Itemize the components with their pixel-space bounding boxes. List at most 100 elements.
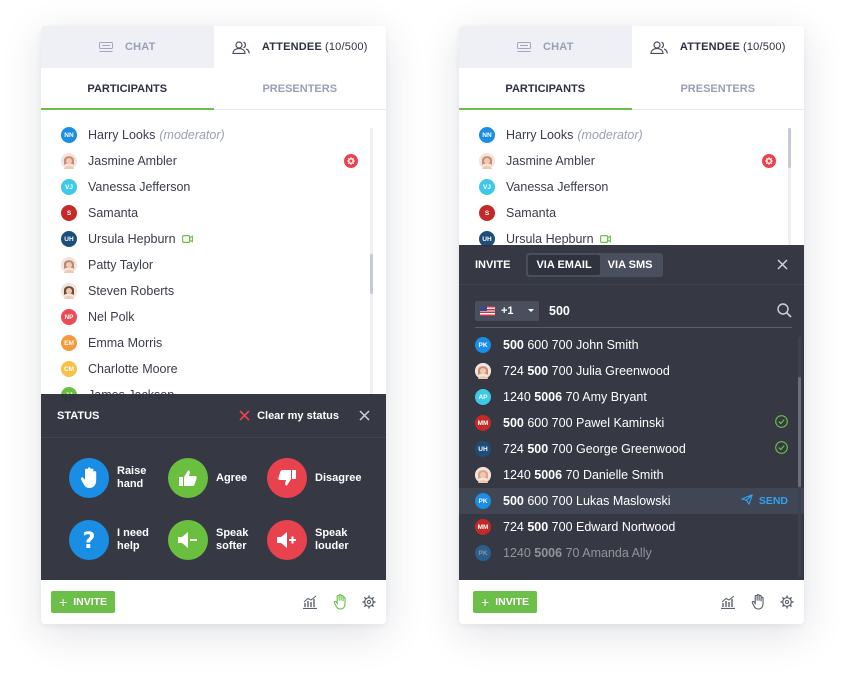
result-row[interactable]: UH 724 500 700 George Greenwood [459,436,804,462]
status-agree[interactable]: Agree [168,458,267,498]
avatar: UH [475,441,491,457]
raise-hand-icon[interactable] [751,594,765,610]
users-icon [650,40,668,54]
avatar: AP [475,389,491,405]
result-suffix: 700 Edward Nortwood [548,520,676,534]
stats-icon[interactable] [720,595,736,609]
status-disagree[interactable]: Disagree [267,458,377,498]
participant-row[interactable]: Patty Taylor [61,252,366,278]
participant-row[interactable]: VJ Vanessa Jefferson [61,174,366,200]
gear-icon[interactable] [780,595,794,609]
tab-participants[interactable]: PARTICIPANTS [41,68,214,110]
avatar: NP [61,309,77,325]
participant-row[interactable]: Steven Roberts [61,278,366,304]
close-invite-button[interactable] [777,259,788,270]
invite-header: INVITE VIA EMAIL VIA SMS [459,245,804,285]
participant-name: Steven Roberts [88,284,175,298]
close-status-button[interactable] [359,410,370,421]
participant-row[interactable]: CM Charlotte Moore [61,356,366,382]
avatar: CM [61,361,77,377]
footer: + INVITE [459,580,804,624]
result-text: 500 600 700 John Smith [503,338,639,352]
tab-participants[interactable]: PARTICIPANTS [459,68,632,110]
clear-status-label: Clear my status [257,409,339,422]
footer-icons [720,594,794,610]
status-need-help[interactable]: ? I need help [69,520,168,560]
status-speak-softer[interactable]: Speak softer [168,520,267,560]
tab-attendee[interactable]: ATTENDEE (10/500) [213,26,386,68]
tab-chat[interactable]: CHAT [459,26,632,68]
result-row[interactable]: 1240 5006 70 Danielle Smith [459,462,804,488]
result-row[interactable]: MM 500 600 700 Pawel Kaminski [459,410,804,436]
participant-scrollbar[interactable] [370,128,373,396]
participant-row[interactable]: VJ Vanessa Jefferson [479,174,784,200]
raise-hand-icon [69,458,109,498]
chat-icon [98,41,113,53]
result-actions: SEND [741,494,788,508]
users-icon [232,40,250,54]
gear-icon[interactable] [344,154,358,168]
tab-via-email[interactable]: VIA EMAIL [528,254,600,275]
participant-scrollbar[interactable] [788,128,791,248]
tab-presenters[interactable]: PRESENTERS [214,68,387,109]
participant-row[interactable]: Jasmine Ambler [479,148,784,174]
result-row[interactable]: AP 1240 5006 70 Amy Bryant [459,384,804,410]
gear-icon[interactable] [362,595,376,609]
status-speak-louder[interactable]: Speak louder [267,520,377,560]
avatar [475,363,491,379]
result-row[interactable]: PK 1240 5006 70 Amanda Ally [459,540,804,566]
result-row[interactable]: 724 500 700 Julia Greenwood [459,358,804,384]
result-suffix: 600 700 Lukas Maslowski [523,494,671,508]
send-icon [741,494,753,508]
volume-up-icon [267,520,307,560]
send-button[interactable]: SEND [741,494,788,508]
phone-search-input[interactable]: 500 [549,304,570,318]
avatar-initials: PK [478,497,488,505]
participant-row[interactable]: S Samanta [61,200,366,226]
participant-row[interactable]: Jasmine Ambler [61,148,366,174]
participant-row[interactable]: NN Harry Looks (moderator) [61,122,366,148]
tab-attendee-label: ATTENDEE [679,41,740,53]
search-icon[interactable] [777,303,792,318]
phone-search-row: +1 500 [475,298,792,328]
stats-icon[interactable] [302,595,318,609]
status-raise-hand[interactable]: Raise hand [69,458,168,498]
invite-panel: INVITE VIA EMAIL VIA SMS +1 500 PK 500 60… [459,245,804,580]
result-row[interactable]: MM 724 500 700 Edward Nortwood [459,514,804,540]
attendee-count: (10/500) [743,41,786,53]
tab-attendee[interactable]: ATTENDEE (10/500) [631,26,804,68]
avatar: NN [479,127,495,143]
result-match: 500 [527,520,549,534]
country-code-select[interactable]: +1 [475,300,539,321]
participant-row[interactable]: NN Harry Looks (moderator) [479,122,784,148]
participant-row[interactable]: NP Nel Polk [61,304,366,330]
tab-presenters[interactable]: PRESENTERS [632,68,805,109]
invite-button[interactable]: + INVITE [51,591,116,613]
result-prefix: 724 [503,442,528,456]
attendee-panel-left: CHAT ATTENDEE (10/500) PARTICIPANTS PRES… [41,26,386,624]
gear-icon[interactable] [762,154,776,168]
participant-name: Samanta [506,206,557,220]
avatar-initials: MM [477,419,489,427]
result-suffix: 70 Amy Bryant [562,390,647,404]
participant-name: Vanessa Jefferson [506,180,609,194]
participant-name: Jasmine Ambler [88,154,177,168]
clear-status-button[interactable]: Clear my status [239,410,339,422]
result-row[interactable]: PK 500 600 700 John Smith [459,332,804,358]
participant-row[interactable]: S Samanta [479,200,784,226]
participant-row[interactable]: EM Emma Morris [61,330,366,356]
avatar-initials: PK [478,549,488,557]
result-row[interactable]: PK 500 600 700 Lukas Maslowski SEND [459,488,804,514]
result-text: 724 500 700 Edward Nortwood [503,520,675,534]
tab-via-sms[interactable]: VIA SMS [600,255,661,275]
raise-hand-icon[interactable] [333,594,347,610]
results-scrollbar[interactable] [798,337,801,577]
invite-button[interactable]: + INVITE [473,591,538,613]
avatar: MM [475,519,491,535]
thumbs-up-icon [168,458,208,498]
tab-chat[interactable]: CHAT [41,26,214,68]
video-camera-icon [181,235,193,243]
invite-label: INVITE [73,596,108,608]
participant-row[interactable]: UH Ursula Hepburn [61,226,366,252]
check-circle-icon [775,415,788,431]
